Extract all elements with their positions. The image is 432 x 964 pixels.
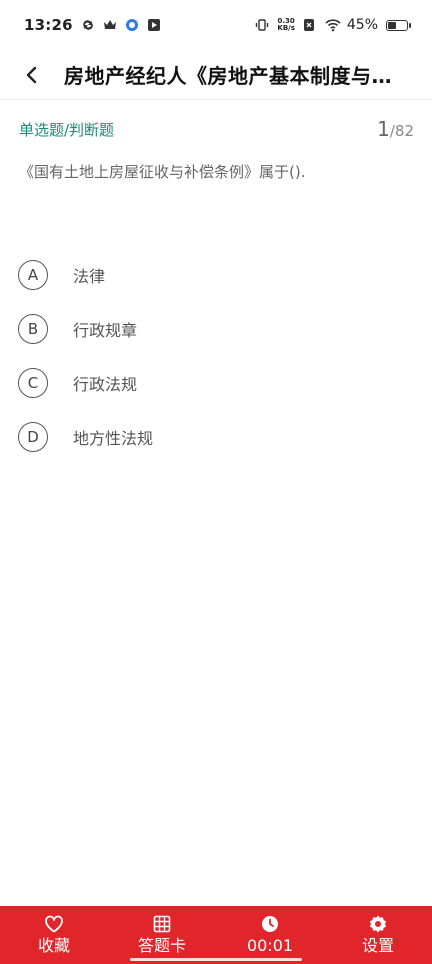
option-d[interactable]: D 地方性法规 [18,410,414,464]
status-left: 13:26 [24,16,161,34]
timer-button[interactable]: 00:01 [216,906,324,964]
page-title: 房地产经纪人《房地产基本制度与政策》 [64,64,394,88]
question-text: 《国有土地上房屋征收与补偿条例》属于(). [19,163,306,181]
timer-label: 00:01 [246,936,294,955]
answer-card-button[interactable]: 答题卡 [108,906,216,964]
clock-icon [260,914,280,934]
option-text: 行政规章 [73,321,138,340]
app-screen: 13:26 0.30 KB/s 45% 房地产经纪人《房地产基本制度与政 单选题… [0,0,432,964]
net-speed: 0.30 KB/s [277,18,294,32]
favorite-button[interactable]: 收藏 [0,906,108,964]
status-bar: 13:26 0.30 KB/s 45% [0,0,432,50]
option-a[interactable]: A 法律 [18,248,414,302]
question-meta: 单选题/判断题 1 /82 [19,114,414,144]
question-total: /82 [389,122,414,140]
no-sim-icon [303,18,317,32]
back-button[interactable] [0,50,64,100]
option-letter: B [18,314,48,344]
wifi-icon [325,18,341,32]
favorite-label: 收藏 [37,936,70,955]
app-badge-icon [125,18,139,32]
option-c[interactable]: C 行政法规 [18,356,414,410]
battery-fill [388,21,397,29]
battery-icon [386,19,411,31]
grid-icon [152,914,172,934]
option-text: 行政法规 [73,375,138,394]
home-indicator[interactable] [130,958,302,961]
option-letter: C [18,368,48,398]
question-type: 单选题/判断题 [19,120,115,139]
top-app-bar: 房地产经纪人《房地产基本制度与政策》 [0,50,432,100]
status-right: 0.30 KB/s 45% [255,17,411,33]
net-speed-unit: KB/s [277,24,295,32]
crown-icon [103,18,117,32]
settings-label: 设置 [361,936,394,955]
bottom-toolbar: 收藏 答题卡 00:01 设置 [0,906,432,964]
sync-icon [81,18,95,32]
battery-text: 45% [346,17,378,33]
gear-icon [368,914,388,934]
question-counter: 1 /82 [377,117,414,141]
answer-card-label: 答题卡 [137,936,186,955]
option-text: 地方性法规 [73,429,154,448]
option-letter: A [18,260,48,290]
chevron-left-icon [26,66,37,83]
play-store-icon [147,18,161,32]
option-text: 法律 [73,267,106,286]
settings-button[interactable]: 设置 [324,906,432,964]
question-current: 1 [377,117,390,141]
option-b[interactable]: B 行政规章 [18,302,414,356]
status-time: 13:26 [24,16,73,34]
option-letter: D [18,422,48,452]
vibrate-icon [255,18,269,32]
heart-icon [44,914,64,934]
answer-options: A 法律 B 行政规章 C 行政法规 D 地方性法规 [18,248,414,464]
